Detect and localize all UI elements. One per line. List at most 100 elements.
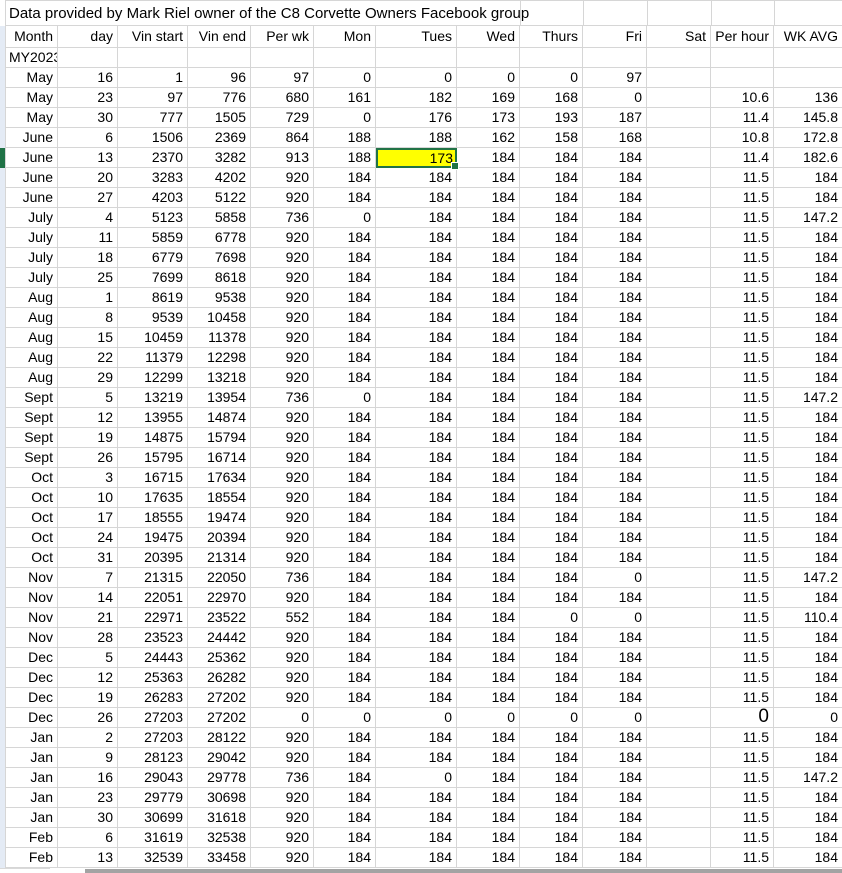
cell[interactable]: 184 — [583, 528, 647, 548]
cell[interactable]: 184 — [457, 268, 520, 288]
cell[interactable]: 0 — [314, 108, 376, 128]
cell[interactable]: 184 — [376, 668, 457, 688]
cell[interactable]: 184 — [314, 588, 376, 608]
cell[interactable]: 184 — [314, 608, 376, 628]
cell[interactable]: 920 — [251, 368, 314, 388]
cell[interactable]: 2370 — [118, 148, 188, 168]
cell[interactable]: 6 — [58, 828, 118, 848]
cell[interactable]: 920 — [251, 308, 314, 328]
cell[interactable]: 184 — [774, 788, 842, 808]
cell[interactable] — [647, 788, 711, 808]
cell[interactable] — [647, 828, 711, 848]
cell[interactable]: 184 — [314, 788, 376, 808]
cell[interactable]: 920 — [251, 408, 314, 428]
cell[interactable]: 0 — [376, 768, 457, 788]
cell[interactable]: 776 — [188, 88, 251, 108]
cell[interactable]: 184 — [457, 208, 520, 228]
cell[interactable]: 184 — [376, 468, 457, 488]
cell[interactable]: Jan — [6, 728, 58, 748]
cell[interactable]: July — [6, 228, 58, 248]
cell[interactable] — [647, 748, 711, 768]
cell[interactable]: 184 — [774, 248, 842, 268]
cell[interactable] — [711, 48, 774, 68]
cell[interactable]: 184 — [583, 508, 647, 528]
cell[interactable]: 184 — [520, 388, 583, 408]
cell[interactable]: 5123 — [118, 208, 188, 228]
cell[interactable]: 11.5 — [711, 828, 774, 848]
cell[interactable]: 184 — [774, 808, 842, 828]
cell[interactable]: 29 — [58, 368, 118, 388]
cell[interactable]: 187 — [583, 108, 647, 128]
cell[interactable]: Oct — [6, 548, 58, 568]
cell[interactable]: 17635 — [118, 488, 188, 508]
cell[interactable]: 8618 — [188, 268, 251, 288]
cell[interactable]: 680 — [251, 88, 314, 108]
cell[interactable]: 184 — [520, 348, 583, 368]
cell[interactable]: 11.5 — [711, 228, 774, 248]
cell[interactable]: 10 — [58, 488, 118, 508]
cell[interactable]: 184 — [774, 168, 842, 188]
cell[interactable]: 184 — [314, 628, 376, 648]
cell[interactable]: 172.8 — [774, 128, 842, 148]
cell[interactable]: 145.8 — [774, 108, 842, 128]
cell[interactable]: 184 — [457, 308, 520, 328]
cell[interactable]: 6778 — [188, 228, 251, 248]
cell[interactable]: 184 — [520, 148, 583, 168]
cell[interactable] — [647, 688, 711, 708]
cell[interactable]: 25362 — [188, 648, 251, 668]
cell[interactable]: 30 — [58, 108, 118, 128]
cell[interactable]: 11.4 — [711, 108, 774, 128]
cell[interactable]: 25 — [58, 268, 118, 288]
cell[interactable]: 9539 — [118, 308, 188, 328]
cell[interactable]: 920 — [251, 628, 314, 648]
cell[interactable]: 184 — [457, 688, 520, 708]
cell[interactable]: July — [6, 268, 58, 288]
cell[interactable]: 13955 — [118, 408, 188, 428]
cell[interactable]: 184 — [583, 548, 647, 568]
cell[interactable]: Aug — [6, 348, 58, 368]
cell[interactable] — [647, 248, 711, 268]
cell[interactable]: 12 — [58, 668, 118, 688]
cell[interactable] — [647, 848, 711, 868]
cell[interactable] — [647, 288, 711, 308]
cell[interactable]: 184 — [774, 528, 842, 548]
cell[interactable]: 0 — [583, 568, 647, 588]
cell[interactable]: 18555 — [118, 508, 188, 528]
cell[interactable]: 184 — [376, 328, 457, 348]
cell[interactable]: Nov — [6, 568, 58, 588]
cell[interactable]: 184 — [457, 628, 520, 648]
cell[interactable] — [647, 148, 711, 168]
cell[interactable]: 184 — [457, 788, 520, 808]
cell[interactable]: 184 — [520, 188, 583, 208]
cell[interactable]: 173 — [457, 108, 520, 128]
cell[interactable] — [647, 648, 711, 668]
cell[interactable]: 184 — [583, 208, 647, 228]
cell[interactable]: 184 — [520, 328, 583, 348]
cell[interactable]: 184 — [376, 188, 457, 208]
cell[interactable] — [314, 48, 376, 68]
cell[interactable]: 11.5 — [711, 748, 774, 768]
cell[interactable] — [647, 488, 711, 508]
cell[interactable] — [647, 408, 711, 428]
cell[interactable]: 5 — [58, 388, 118, 408]
cell[interactable] — [457, 48, 520, 68]
cell[interactable] — [647, 368, 711, 388]
cell[interactable] — [647, 628, 711, 648]
cell[interactable] — [647, 68, 711, 88]
cell[interactable]: 13 — [58, 848, 118, 868]
cell[interactable]: 182 — [376, 88, 457, 108]
cell[interactable]: 10459 — [118, 328, 188, 348]
cell[interactable] — [647, 208, 711, 228]
cell[interactable]: 184 — [376, 548, 457, 568]
cell[interactable] — [647, 428, 711, 448]
cell[interactable]: 184 — [314, 728, 376, 748]
cell[interactable]: 184 — [314, 748, 376, 768]
cell[interactable]: 184 — [774, 848, 842, 868]
cell[interactable]: 920 — [251, 688, 314, 708]
cell[interactable]: 168 — [520, 88, 583, 108]
cell[interactable] — [58, 48, 118, 68]
cell[interactable]: 5122 — [188, 188, 251, 208]
cell[interactable]: 184 — [376, 808, 457, 828]
cell[interactable]: 920 — [251, 448, 314, 468]
cell[interactable]: 18554 — [188, 488, 251, 508]
